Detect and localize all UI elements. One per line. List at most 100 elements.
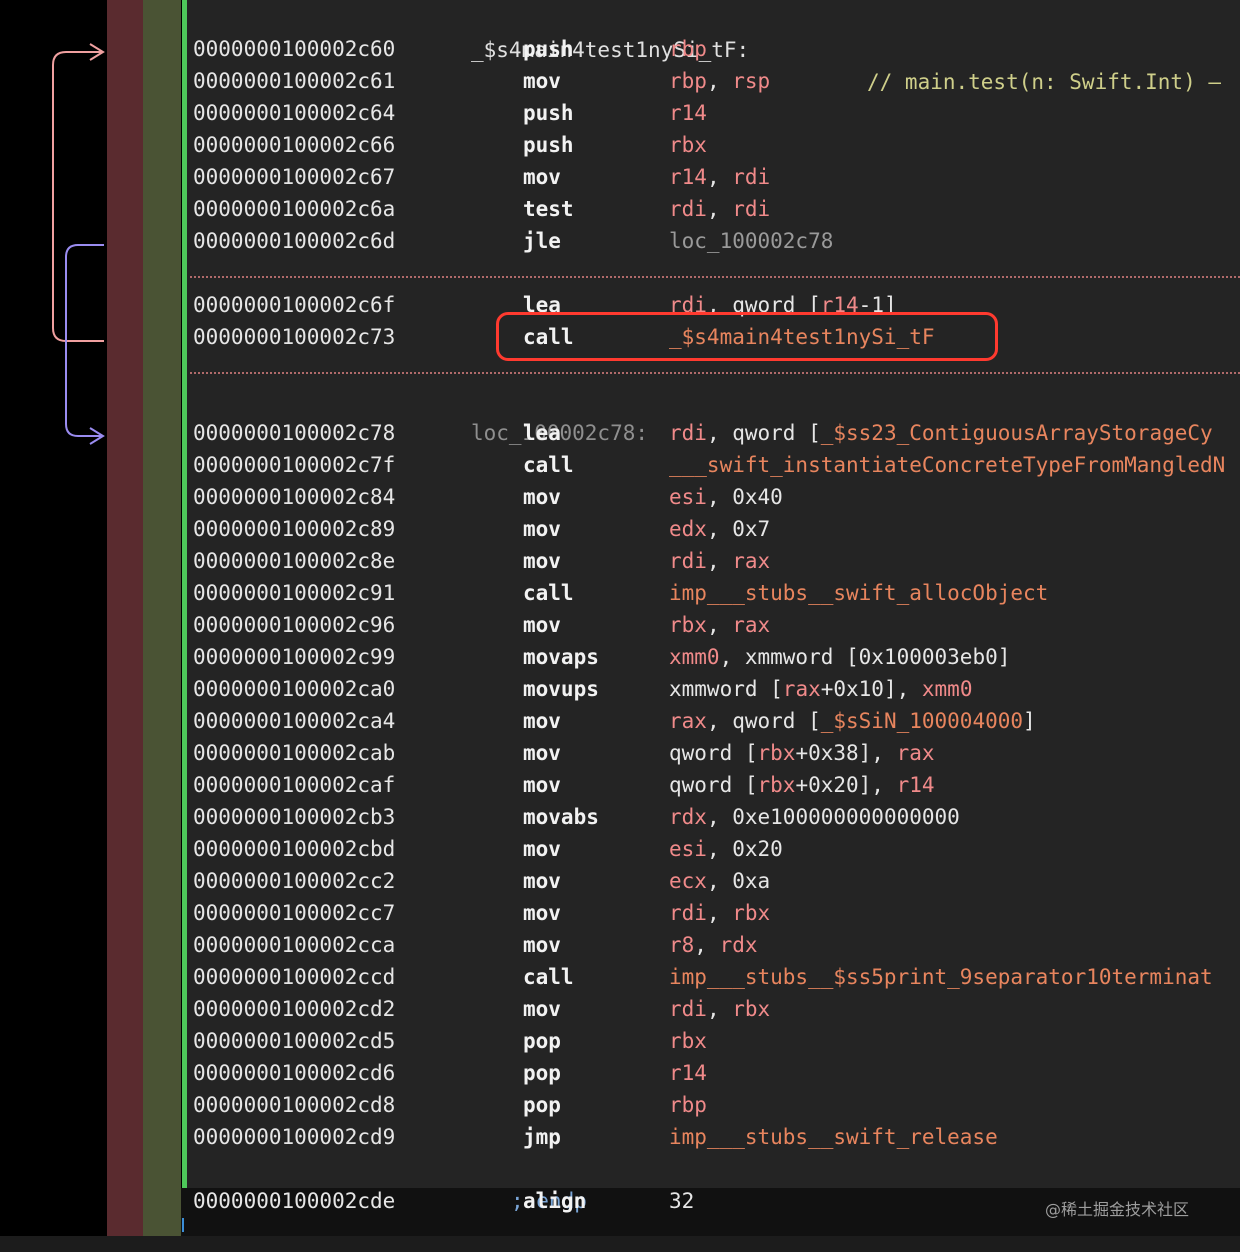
- instruction-row[interactable]: 0000000100002ccd call imp___stubs__$ss5pri…: [0, 961, 1240, 993]
- instruction-address: 0000000100002cd8: [193, 1093, 396, 1117]
- instruction-operands: loc_100002c78: [669, 225, 833, 257]
- register-operand: rdi: [669, 197, 707, 221]
- instruction-operands: r14: [669, 1057, 707, 1089]
- instruction-row[interactable]: 0000000100002c60 push rbp: [0, 33, 1240, 65]
- register-operand: xmm0: [669, 645, 720, 669]
- instruction-row[interactable]: 0000000100002cd2 mov rdi, rbx: [0, 993, 1240, 1025]
- instruction-address: 0000000100002cd5: [193, 1029, 396, 1053]
- instruction-operands: rbx: [669, 1025, 707, 1057]
- instruction-row[interactable]: 0000000100002ca4 mov rax, qword [_$sSiN_10…: [0, 705, 1240, 737]
- instruction-operands: rdi, rax: [669, 545, 770, 577]
- instruction-row[interactable]: 0000000100002c67 mov r14, rdi: [0, 161, 1240, 193]
- instruction-operands: rax, qword [_$sSiN_100004000]: [669, 705, 1036, 737]
- function-header-row: _$s4main4test1nySi_tF: // main.test(n: S…: [0, 2, 1240, 94]
- instruction-row[interactable]: 0000000100002cc7 mov rdi, rbx: [0, 897, 1240, 929]
- instruction-row[interactable]: 0000000100002c91 call imp___stubs__swift_a…: [0, 577, 1240, 609]
- instruction-operands: rdi, rdi: [669, 193, 770, 225]
- instruction-mnemonic: jmp: [523, 1125, 561, 1149]
- register-operand: rax: [732, 549, 771, 573]
- instruction-row[interactable]: 0000000100002cc2 mov ecx, 0xa: [0, 865, 1240, 897]
- operand-text: ,: [706, 197, 733, 221]
- symbol-operand[interactable]: ___swift_instantiateConcreteTypeFromMang…: [669, 453, 1225, 477]
- instruction-row[interactable]: 0000000100002c6d jle loc_100002c78: [0, 225, 1240, 257]
- endp-row: ; endp: [0, 1153, 1240, 1213]
- instruction-row[interactable]: 0000000100002c61 mov rbp, rsp: [0, 65, 1240, 97]
- instruction-row[interactable]: 0000000100002c78 lea rdi, qword [_$ss23_Co…: [0, 417, 1240, 449]
- operand-text: xmmword [: [669, 677, 783, 701]
- operand-text: +0x10],: [820, 677, 922, 701]
- instruction-row[interactable]: 0000000100002cb3 movabs rdx, 0xe1000000000…: [0, 801, 1240, 833]
- instruction-mnemonic: mov: [523, 837, 561, 861]
- instruction-row[interactable]: 0000000100002caf mov qword [rbx+0x20], r14: [0, 769, 1240, 801]
- operand-text: , 0xe100000000000000: [706, 805, 960, 829]
- instruction-row[interactable]: 0000000100002cd6 pop r14: [0, 1057, 1240, 1089]
- instruction-row[interactable]: 0000000100002c64 push r14: [0, 97, 1240, 129]
- operand-text: ,: [706, 549, 733, 573]
- register-operand: rbx: [669, 133, 707, 157]
- instruction-row[interactable]: 0000000100002cd5 pop rbx: [0, 1025, 1240, 1057]
- instruction-address: 0000000100002c73: [193, 325, 396, 349]
- symbol-operand[interactable]: imp___stubs__swift_release: [669, 1125, 998, 1149]
- instruction-operands: imp___stubs__$ss5print_9separator10termi…: [669, 961, 1213, 993]
- instruction-row[interactable]: 0000000100002c6a test rdi, rdi: [0, 193, 1240, 225]
- register-operand: rsp: [732, 69, 771, 93]
- instruction-operands: rbp: [669, 33, 707, 65]
- instruction-mnemonic: mov: [523, 485, 561, 509]
- instruction-mnemonic: jle: [523, 229, 561, 253]
- instruction-row[interactable]: 0000000100002c84 mov esi, 0x40: [0, 481, 1240, 513]
- instruction-mnemonic: mov: [523, 741, 561, 765]
- instruction-mnemonic: mov: [523, 773, 561, 797]
- text-cursor: [182, 1218, 184, 1232]
- instruction-row[interactable]: 0000000100002cab mov qword [rbx+0x38], rax: [0, 737, 1240, 769]
- instruction-operands: rbx, rax: [669, 609, 770, 641]
- instruction-mnemonic: mov: [523, 549, 561, 573]
- register-operand: rax: [732, 613, 771, 637]
- instruction-address: 0000000100002cbd: [193, 837, 396, 861]
- instruction-address: 0000000100002c89: [193, 517, 396, 541]
- register-operand: rax: [782, 677, 821, 701]
- symbol-operand[interactable]: _$sSiN_100004000: [821, 709, 1023, 733]
- instruction-address: 0000000100002cb3: [193, 805, 396, 829]
- instruction-row[interactable]: 0000000100002cca mov r8, rdx: [0, 929, 1240, 961]
- operand-text: ,: [694, 933, 720, 957]
- instruction-row[interactable]: 0000000100002c99 movaps xmm0, xmmword [0x1…: [0, 641, 1240, 673]
- register-operand: edx: [669, 517, 707, 541]
- operand-text: loc_100002c78: [669, 229, 834, 253]
- instruction-row[interactable]: 0000000100002c66 push rbx: [0, 129, 1240, 161]
- instruction-address: 0000000100002cd6: [193, 1061, 396, 1085]
- instruction-row[interactable]: 0000000100002cd9 jmp imp___stubs__swift_re…: [0, 1121, 1240, 1153]
- instruction-address: 0000000100002c6f: [193, 293, 396, 317]
- instruction-mnemonic: pop: [523, 1093, 561, 1117]
- instruction-row[interactable]: 0000000100002c7f call ___swift_instantiate…: [0, 449, 1240, 481]
- register-operand: rbp: [669, 37, 707, 61]
- instruction-operands: 32: [669, 1185, 694, 1217]
- instruction-mnemonic: mov: [523, 933, 561, 957]
- instruction-mnemonic: push: [523, 133, 574, 157]
- instruction-mnemonic: mov: [523, 869, 561, 893]
- instruction-mnemonic: mov: [523, 997, 561, 1021]
- instruction-operands: imp___stubs__swift_allocObject: [669, 577, 1048, 609]
- instruction-mnemonic: call: [523, 965, 574, 989]
- instruction-operands: esi, 0x40: [669, 481, 783, 513]
- instruction-row[interactable]: 0000000100002cd8 pop rbp: [0, 1089, 1240, 1121]
- instruction-row[interactable]: 0000000100002cbd mov esi, 0x20: [0, 833, 1240, 865]
- instruction-row[interactable]: 0000000100002c96 mov rbx, rax: [0, 609, 1240, 641]
- register-operand: ecx: [669, 869, 707, 893]
- instruction-address: 0000000100002ca4: [193, 709, 396, 733]
- register-operand: rbx: [669, 613, 707, 637]
- operand-text: , qword [: [706, 421, 821, 445]
- operand-text: ]: [1023, 709, 1036, 733]
- instruction-operands: ecx, 0xa: [669, 865, 770, 897]
- symbol-operand[interactable]: imp___stubs__swift_allocObject: [669, 581, 1048, 605]
- instruction-row[interactable]: 0000000100002ca0 movups xmmword [rax+0x10]…: [0, 673, 1240, 705]
- instruction-row[interactable]: 0000000100002c89 mov edx, 0x7: [0, 513, 1240, 545]
- operand-text: qword [: [669, 741, 758, 765]
- instruction-mnemonic: mov: [523, 517, 561, 541]
- symbol-operand[interactable]: imp___stubs__$ss5print_9separator10termi…: [669, 965, 1213, 989]
- instruction-operands: qword [rbx+0x20], r14: [669, 769, 935, 801]
- operand-text: ,: [706, 165, 733, 189]
- symbol-operand[interactable]: _$ss23_ContiguousArrayStorageCy: [821, 421, 1213, 445]
- instruction-operands: rdi, qword [_$ss23_ContiguousArrayStorag…: [669, 417, 1213, 449]
- register-operand: r14: [896, 773, 935, 797]
- instruction-row[interactable]: 0000000100002c8e mov rdi, rax: [0, 545, 1240, 577]
